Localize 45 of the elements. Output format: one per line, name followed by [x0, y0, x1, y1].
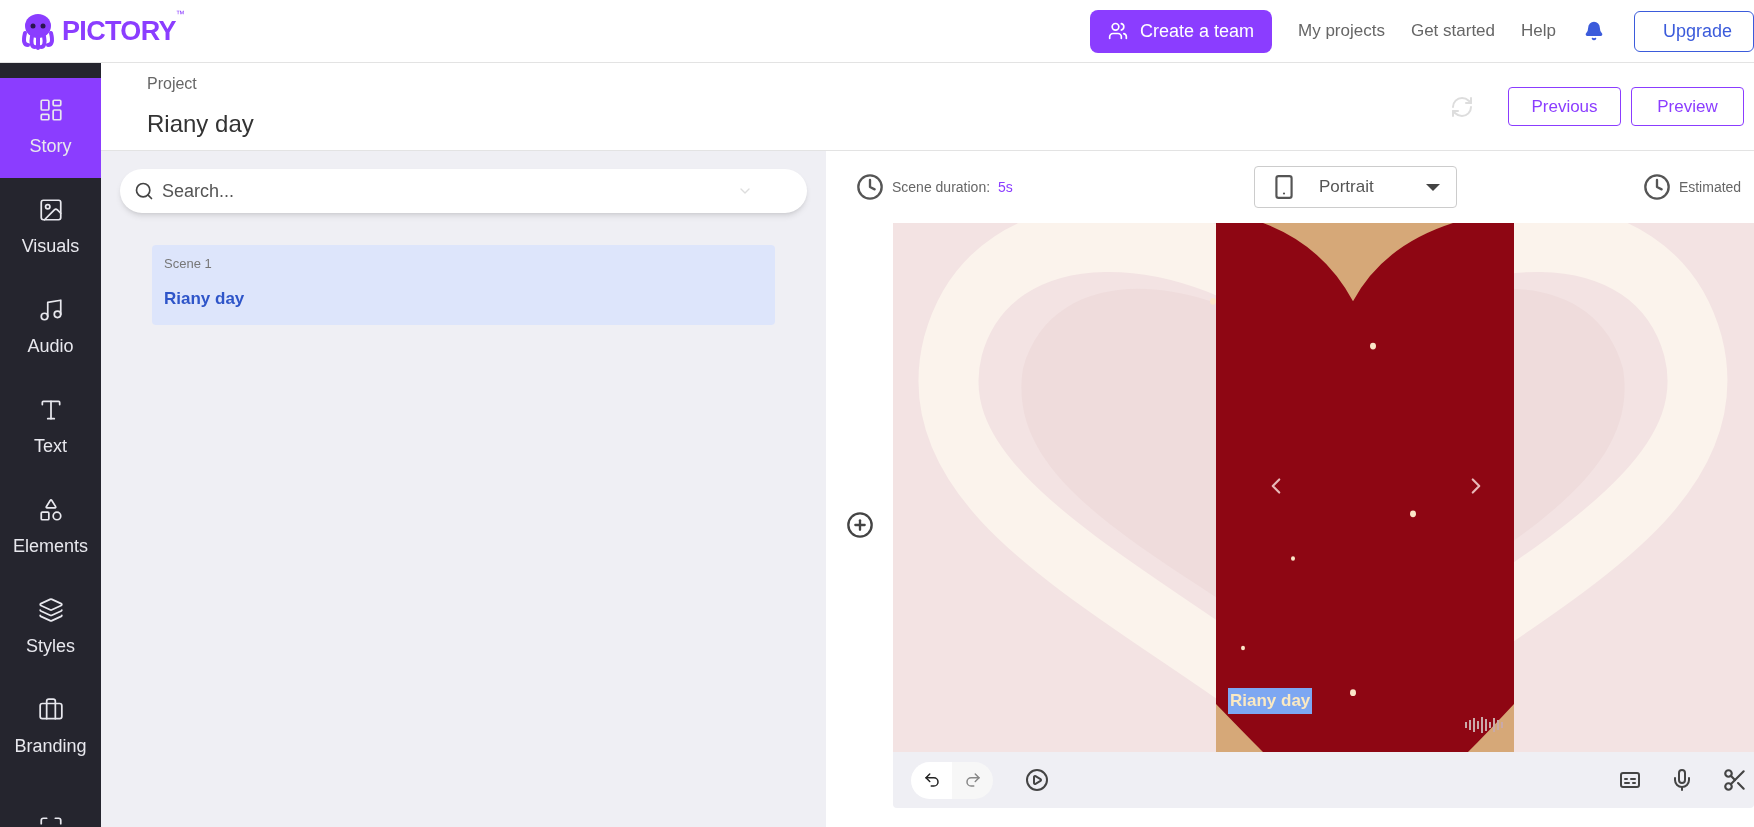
play-icon[interactable]: [1025, 768, 1049, 792]
sidebar-icon: [37, 696, 64, 723]
sidebar-item[interactable]: Text: [0, 378, 101, 478]
notification-bell-icon[interactable]: [1584, 21, 1604, 41]
duration-value[interactable]: 5s: [998, 176, 1013, 198]
sidebar-icon: [37, 196, 64, 223]
sidebar-item[interactable]: Audio: [0, 278, 101, 378]
undo-button[interactable]: [911, 761, 952, 799]
scene-number: Scene 1: [164, 255, 213, 273]
clock-icon: [1642, 173, 1671, 201]
upgrade-button[interactable]: Upgrade: [1634, 10, 1754, 52]
search-field[interactable]: Search...: [162, 177, 729, 205]
sidebar-icon: [37, 96, 64, 123]
project-caption: Project: [147, 73, 198, 94]
sidebar-item[interactable]: Visuals: [0, 178, 101, 278]
sidebar-icon: [37, 496, 64, 523]
sidebar-item[interactable]: Styles: [0, 578, 101, 678]
team-icon: [1107, 21, 1128, 41]
scene-card[interactable]: Scene 1 Riany day: [152, 245, 775, 325]
create-team-button[interactable]: Create a team: [1089, 9, 1272, 53]
clock-icon: [856, 173, 884, 201]
scissors-icon[interactable]: [1722, 767, 1748, 793]
nav-link[interactable]: Get started: [1410, 18, 1496, 44]
nav-link[interactable]: My projects: [1298, 18, 1385, 44]
sidebar-item[interactable]: Elements: [0, 478, 101, 578]
undo-icon: [922, 771, 941, 789]
search-icon: [134, 181, 154, 201]
dropdown-caret-icon: [1425, 183, 1440, 191]
estimated-label: Estimated: [1678, 177, 1742, 197]
sidebar-icon: [37, 296, 64, 323]
nav-button[interactable]: Previous: [1508, 87, 1621, 126]
nav-button[interactable]: Preview: [1631, 87, 1744, 126]
nav-link[interactable]: Help: [1521, 18, 1556, 44]
logo-wordmark: PICTORY: [62, 14, 176, 48]
aspect-dropdown[interactable]: Portrait: [1253, 166, 1457, 208]
search-bar[interactable]: Search...: [120, 169, 807, 213]
project-title: Riany day: [147, 108, 254, 139]
add-scene-icon[interactable]: [845, 511, 874, 539]
sidebar-item[interactable]: Branding: [0, 678, 101, 778]
duration-label: Scene duration:: [892, 177, 991, 197]
sidebar-icon: [37, 596, 64, 623]
redo-icon: [963, 771, 982, 789]
trademark: ™: [175, 8, 185, 21]
sidebar-item[interactable]: Story: [0, 78, 101, 178]
scene-title: Riany day: [164, 287, 246, 310]
